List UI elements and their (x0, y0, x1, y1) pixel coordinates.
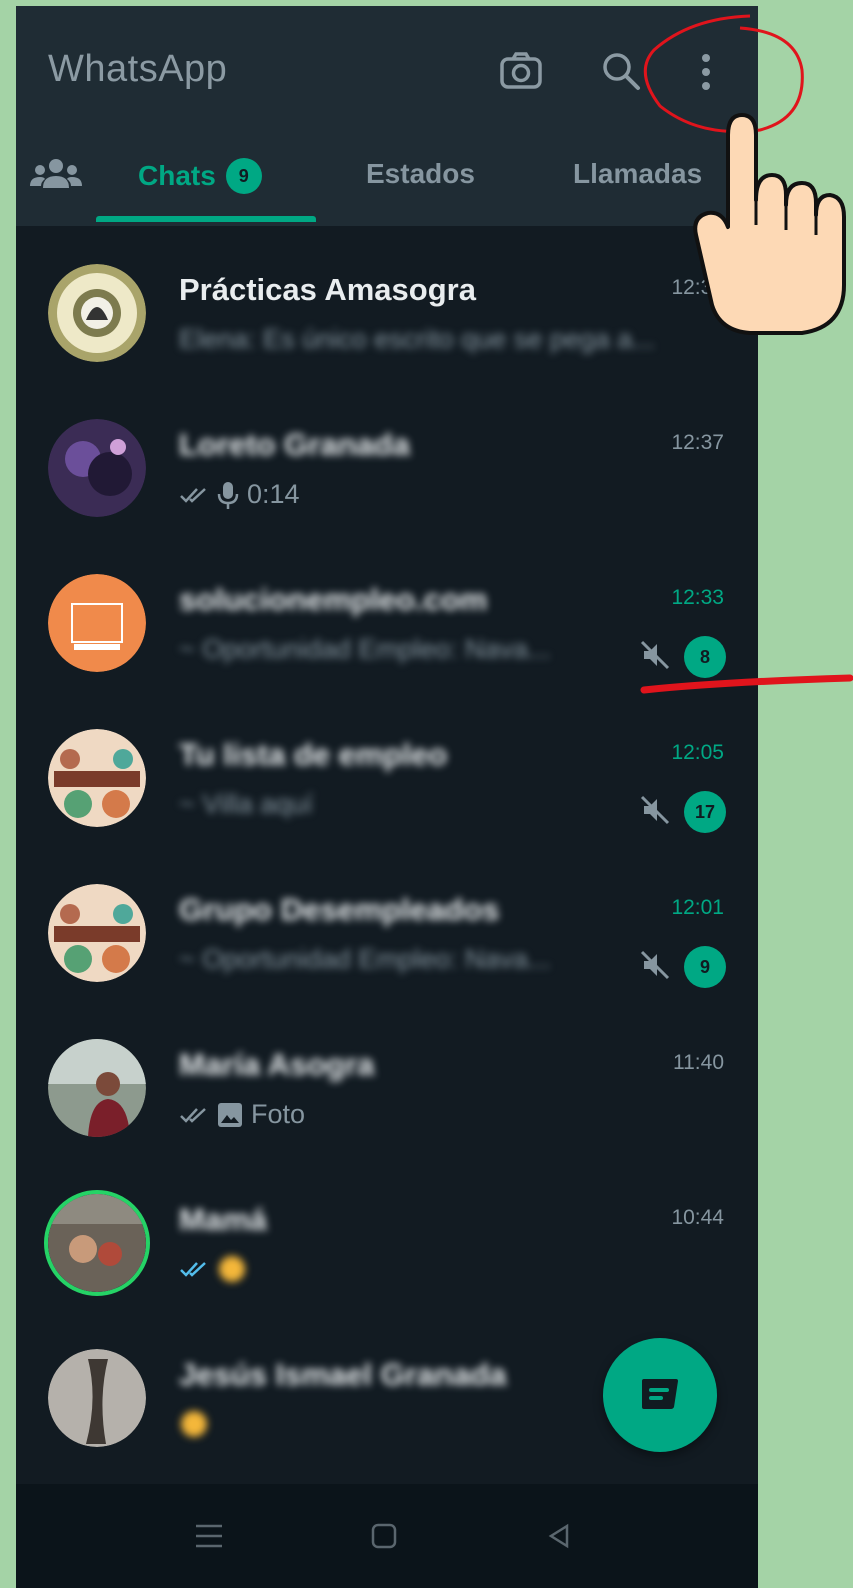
chat-preview-voice: 0:14 (179, 479, 300, 510)
tab-estados[interactable]: Estados (366, 158, 475, 190)
emoji-icon (181, 1411, 207, 1437)
new-chat-fab[interactable] (603, 1338, 717, 1452)
chat-row[interactable]: Loreto Granada 12:37 0:14 (16, 383, 758, 538)
avatar (48, 574, 146, 672)
annotation-line (640, 674, 853, 694)
muted-icon (640, 950, 670, 980)
chat-name: Grupo Desempleados (179, 892, 500, 927)
avatar-with-status (44, 1190, 150, 1296)
avatar (48, 419, 146, 517)
avatar (48, 884, 146, 982)
tab-bar: Chats 9 Estados Llamadas (16, 146, 758, 226)
photo-label: Foto (251, 1099, 306, 1129)
pointing-hand-icon (693, 113, 846, 335)
chat-row[interactable]: Tu lista de empleo 12:05 ~ Villa aquí 17 (16, 693, 758, 848)
camera-icon[interactable] (496, 46, 546, 96)
active-tab-indicator (96, 216, 316, 222)
chat-time: 12:37 (671, 431, 724, 454)
chat-preview-emoji (179, 1409, 209, 1439)
avatar (48, 729, 146, 827)
chat-name: Prácticas Amasogra (179, 272, 476, 307)
chat-time: 12:01 (671, 896, 724, 919)
recent-apps-icon[interactable] (191, 1518, 227, 1554)
tab-llamadas[interactable]: Llamadas (573, 158, 702, 190)
chat-row[interactable]: Mamá 10:44 (16, 1158, 758, 1313)
emoji-icon (219, 1256, 245, 1282)
chat-name: Jesús Ismael Granada (179, 1357, 507, 1392)
chat-time: 12:05 (671, 741, 724, 764)
chat-name: solucionempleo.com (179, 582, 488, 617)
chat-preview-emoji (179, 1254, 247, 1284)
chat-name: Loreto Granada (179, 427, 410, 462)
chat-row[interactable]: Prácticas Amasogra 12:37 Elena: Es único… (16, 228, 758, 383)
chat-time: 12:33 (671, 586, 724, 609)
chat-name: María Asogra (179, 1047, 375, 1082)
phone-screen: WhatsApp Chats 9 Estados Llamadas Prácti… (16, 6, 758, 1588)
muted-icon (640, 795, 670, 825)
chat-row[interactable]: Grupo Desempleados 12:01 ~ Oportunidad E… (16, 848, 758, 1003)
double-check-blue-icon (180, 1262, 206, 1277)
chat-preview: ~ Oportunidad Empleo: Nava... (179, 634, 551, 664)
community-icon[interactable] (28, 154, 84, 194)
chat-time: 10:44 (671, 1206, 724, 1229)
microphone-icon (217, 481, 239, 509)
system-nav-bar (16, 1484, 758, 1588)
home-icon[interactable] (366, 1518, 402, 1554)
unread-count-badge: 9 (684, 946, 726, 988)
chat-row[interactable]: María Asogra 11:40 Foto (16, 1003, 758, 1158)
chats-unread-badge: 9 (225, 158, 262, 194)
chat-preview: Elena: Es único escrito que se pega a... (179, 324, 655, 354)
chat-preview: ~ Oportunidad Empleo: Nava... (179, 944, 551, 974)
chat-time: 11:40 (673, 1051, 724, 1074)
avatar (48, 1349, 146, 1447)
avatar (48, 1039, 146, 1137)
app-title: WhatsApp (48, 48, 228, 90)
back-icon[interactable] (541, 1518, 577, 1554)
photo-icon (218, 1102, 242, 1127)
tab-chats[interactable]: Chats 9 (138, 158, 262, 194)
chat-preview: ~ Villa aquí (179, 789, 313, 819)
voice-duration: 0:14 (247, 479, 300, 509)
avatar (48, 264, 146, 362)
double-check-icon (180, 487, 206, 503)
tab-chats-label: Chats (138, 160, 216, 191)
chat-name: Tu lista de empleo (179, 737, 448, 772)
new-chat-icon (642, 1379, 678, 1409)
muted-icon (640, 640, 670, 670)
unread-count-badge: 17 (684, 791, 726, 833)
double-check-icon (180, 1107, 206, 1123)
chat-preview-photo: Foto (179, 1099, 305, 1130)
chat-name: Mamá (179, 1202, 267, 1237)
